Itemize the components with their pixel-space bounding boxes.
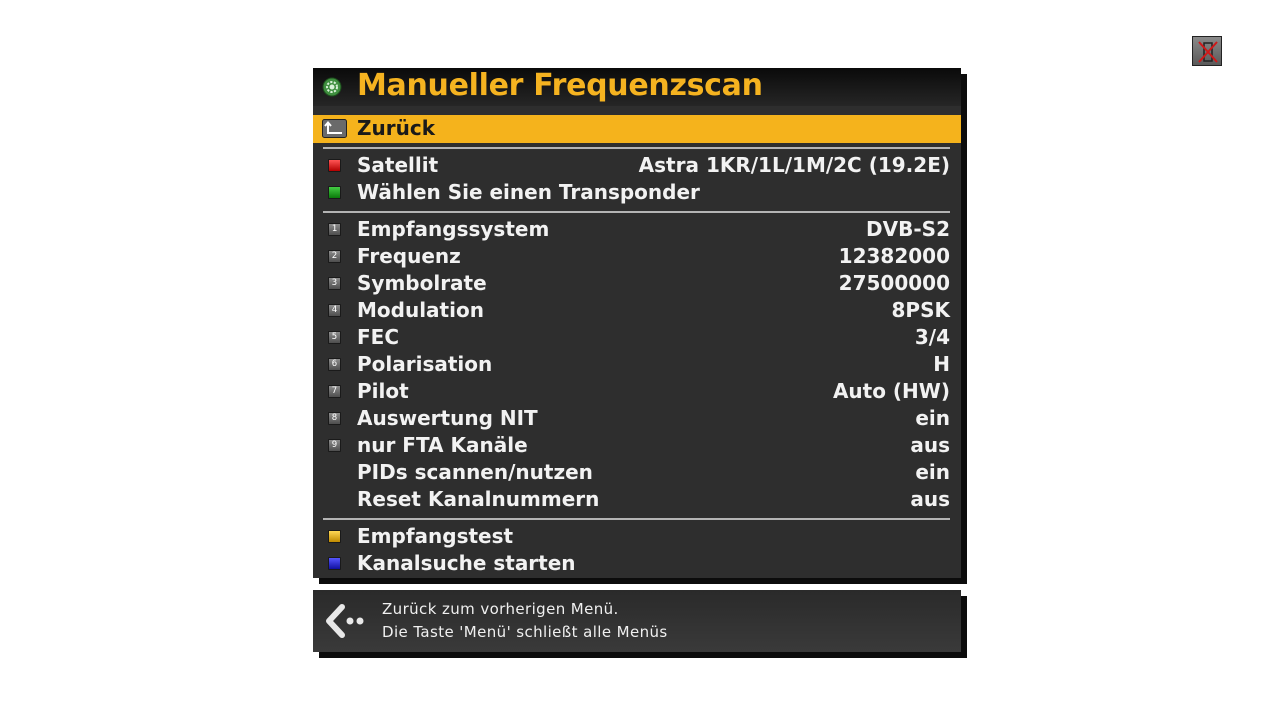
item-label: Kanalsuche starten	[357, 551, 576, 575]
gear-icon	[322, 77, 342, 97]
menu-item-reset-kanalnummern[interactable]: Reset Kanalnummern aus	[313, 486, 961, 513]
red-key-icon	[328, 159, 341, 172]
menu-item-empfangstest[interactable]: Empfangstest	[313, 523, 961, 550]
hint-panel: Zurück zum vorherigen Menü. Die Taste 'M…	[313, 590, 961, 652]
hint-line-1: Zurück zum vorherigen Menü.	[382, 600, 619, 618]
back-menu-item[interactable]: Zurück	[313, 115, 961, 143]
item-value: H	[933, 352, 950, 376]
scan-menu: Manueller Frequenzscan Zurück Satellit A…	[313, 68, 961, 578]
menu-item-satellit[interactable]: Satellit Astra 1KR/1L/1M/2C (19.2E)	[313, 152, 961, 179]
item-value: ein	[915, 406, 950, 430]
item-label: Pilot	[357, 379, 409, 403]
green-key-icon	[328, 186, 341, 199]
menu-header: Manueller Frequenzscan	[313, 68, 961, 106]
item-label: Frequenz	[357, 244, 461, 268]
key-6-icon: 6	[328, 358, 341, 371]
item-value: Auto (HW)	[832, 379, 950, 403]
page-title: Manueller Frequenzscan	[357, 68, 763, 103]
yellow-key-icon	[328, 530, 341, 543]
item-value: 3/4	[914, 325, 950, 349]
item-label: FEC	[357, 325, 400, 349]
item-label: Polarisation	[357, 352, 493, 376]
item-value: aus	[910, 487, 950, 511]
key-8-icon: 8	[328, 412, 341, 425]
menu-item-modulation[interactable]: 4 Modulation 8PSK	[313, 297, 961, 324]
item-label: nur FTA Kanäle	[357, 433, 528, 457]
key-3-icon: 3	[328, 277, 341, 290]
key-9-icon: 9	[328, 439, 341, 452]
item-value: DVB-S2	[866, 217, 950, 241]
item-label: Wählen Sie einen Transponder	[357, 180, 700, 204]
item-value: ein	[915, 460, 950, 484]
item-value: aus	[910, 433, 950, 457]
item-label: Auswertung NIT	[357, 406, 538, 430]
item-label: Empfangssystem	[357, 217, 550, 241]
menu-item-transponder[interactable]: Wählen Sie einen Transponder	[313, 179, 961, 206]
item-label: Satellit	[357, 153, 439, 177]
item-label: Modulation	[357, 298, 484, 322]
separator	[323, 518, 950, 520]
menu-item-kanalsuche-starten[interactable]: Kanalsuche starten	[313, 550, 961, 577]
menu-item-fta-kanaele[interactable]: 9 nur FTA Kanäle aus	[313, 432, 961, 459]
separator	[323, 211, 950, 213]
item-value: 27500000	[838, 271, 950, 295]
item-value: 8PSK	[891, 298, 950, 322]
menu-item-pilot[interactable]: 7 Pilot Auto (HW)	[313, 378, 961, 405]
back-arrow-icon	[322, 119, 347, 138]
back-label: Zurück	[357, 116, 435, 140]
item-label: PIDs scannen/nutzen	[357, 460, 593, 484]
key-2-icon: 2	[328, 250, 341, 263]
item-label: Symbolrate	[357, 271, 487, 295]
item-value: Astra 1KR/1L/1M/2C (19.2E)	[638, 153, 950, 177]
item-value: 12382000	[838, 244, 950, 268]
menu-item-polarisation[interactable]: 6 Polarisation H	[313, 351, 961, 378]
menu-item-fec[interactable]: 5 FEC 3/4	[313, 324, 961, 351]
key-5-icon: 5	[328, 331, 341, 344]
key-7-icon: 7	[328, 385, 341, 398]
menu-item-symbolrate[interactable]: 3 Symbolrate 27500000	[313, 270, 961, 297]
close-button[interactable]	[1192, 36, 1222, 66]
separator	[323, 147, 950, 149]
menu-item-empfangssystem[interactable]: 1 Empfangssystem DVB-S2	[313, 216, 961, 243]
menu-item-frequenz[interactable]: 2 Frequenz 12382000	[313, 243, 961, 270]
item-label: Reset Kanalnummern	[357, 487, 600, 511]
item-label: Empfangstest	[357, 524, 514, 548]
close-x-icon	[1198, 41, 1218, 63]
menu-item-pids-scannen[interactable]: PIDs scannen/nutzen ein	[313, 459, 961, 486]
key-4-icon: 4	[328, 304, 341, 317]
menu-item-auswertung-nit[interactable]: 8 Auswertung NIT ein	[313, 405, 961, 432]
blue-key-icon	[328, 557, 341, 570]
hint-line-2: Die Taste 'Menü' schließt alle Menüs	[382, 623, 668, 641]
back-arrow-dots-icon	[326, 604, 364, 638]
key-1-icon: 1	[328, 223, 341, 236]
